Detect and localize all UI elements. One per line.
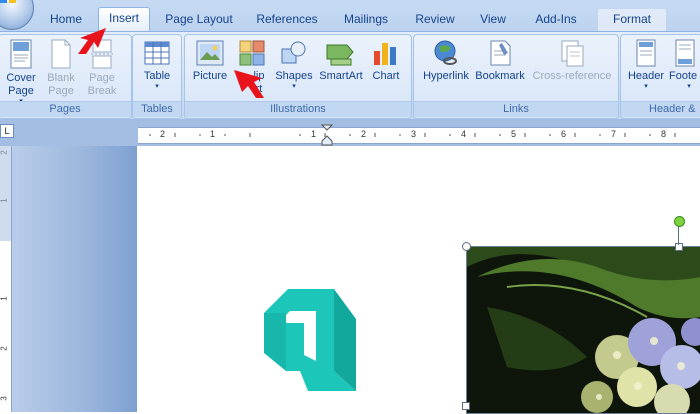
blank-page-icon bbox=[51, 39, 71, 69]
tab-review[interactable]: Review bbox=[408, 9, 462, 31]
group-pages: Cover Page ▾ Blank Page Page Break Pages bbox=[0, 34, 132, 119]
shapes-label: Shapes bbox=[275, 70, 313, 82]
header-label: Header bbox=[627, 70, 665, 82]
picture-button[interactable]: Picture bbox=[189, 39, 231, 83]
header-icon bbox=[636, 39, 656, 67]
group-label-header-footer: Header & bbox=[621, 101, 700, 117]
cross-reference-icon bbox=[561, 40, 584, 67]
tab-add-ins[interactable]: Add-Ins bbox=[524, 9, 588, 31]
clip-art-icon bbox=[239, 40, 265, 66]
chart-icon bbox=[374, 43, 396, 65]
resize-handle[interactable] bbox=[462, 242, 471, 251]
cross-reference-button[interactable]: Cross-reference bbox=[530, 39, 614, 83]
page-break-label-2: Break bbox=[87, 85, 117, 97]
teal-a-logo bbox=[264, 289, 356, 391]
blank-page-label-1: Blank bbox=[47, 72, 75, 84]
bookmark-label: Bookmark bbox=[475, 70, 525, 82]
chevron-down-icon: ▾ bbox=[644, 83, 648, 90]
smartart-icon bbox=[326, 44, 354, 66]
page-break-label-1: Page bbox=[89, 72, 115, 84]
chart-label: Chart bbox=[372, 70, 400, 82]
group-illustrations: Picture lip rt Shapes ▾ SmartArt Chart I… bbox=[184, 34, 412, 119]
indent-marker[interactable] bbox=[321, 124, 333, 146]
blank-page-label-2: Page bbox=[48, 85, 74, 97]
table-icon bbox=[144, 41, 170, 65]
red-arrow-icon bbox=[78, 28, 106, 54]
group-label-illustrations: Illustrations bbox=[185, 101, 411, 117]
chevron-down-icon: ▾ bbox=[687, 83, 691, 90]
chevron-down-icon: ▾ bbox=[292, 83, 296, 90]
picture-label: Picture bbox=[192, 70, 228, 82]
group-label-tables: Tables bbox=[133, 101, 181, 117]
cover-page-button[interactable]: Cover Page ▾ bbox=[3, 39, 39, 106]
shapes-button[interactable]: Shapes ▾ bbox=[273, 39, 315, 91]
tab-references[interactable]: References bbox=[250, 9, 324, 31]
footer-label: Foote bbox=[669, 70, 698, 82]
table-label: Table bbox=[143, 70, 171, 82]
tab-format[interactable]: Format bbox=[598, 9, 666, 31]
cross-reference-label: Cross-reference bbox=[532, 70, 612, 82]
vruler-number: 1 bbox=[0, 296, 9, 301]
hydrangea-photo bbox=[467, 247, 700, 413]
footer-icon bbox=[675, 39, 695, 67]
footer-button[interactable]: Foote ▾ bbox=[669, 39, 700, 91]
smartart-button[interactable]: SmartArt bbox=[317, 39, 365, 83]
table-button[interactable]: Table ▾ bbox=[137, 39, 177, 91]
chart-button[interactable]: Chart bbox=[367, 39, 405, 83]
tab-page-layout[interactable]: Page Layout bbox=[158, 9, 240, 31]
tab-selector[interactable]: L bbox=[0, 124, 14, 138]
red-arrow-icon bbox=[234, 70, 264, 98]
group-label-pages: Pages bbox=[0, 101, 131, 117]
group-tables: Table ▾ Tables bbox=[132, 34, 182, 119]
group-links: Hyperlink Bookmark Cross-reference Links bbox=[413, 34, 619, 119]
shapes-icon bbox=[281, 41, 306, 64]
vertical-ruler-margin bbox=[0, 146, 11, 241]
cover-page-icon bbox=[10, 39, 32, 69]
group-label-links: Links bbox=[414, 101, 618, 117]
bookmark-icon bbox=[490, 40, 511, 66]
group-header-footer: Header ▾ Foote ▾ Header & bbox=[620, 34, 700, 119]
tab-view[interactable]: View bbox=[470, 9, 516, 31]
ruler-ticks bbox=[149, 133, 676, 137]
rotation-line bbox=[678, 225, 679, 245]
cover-page-label-1: Cover bbox=[6, 72, 36, 84]
inserted-picture[interactable] bbox=[466, 246, 700, 414]
cover-page-label-2: Page bbox=[8, 85, 34, 97]
rotation-handle[interactable] bbox=[674, 216, 685, 227]
office-logo-icon bbox=[0, 0, 16, 3]
chevron-down-icon: ▾ bbox=[155, 83, 159, 90]
document-background bbox=[12, 146, 137, 412]
picture-icon bbox=[196, 40, 224, 66]
hyperlink-label: Hyperlink bbox=[423, 70, 469, 82]
header-button[interactable]: Header ▾ bbox=[623, 39, 669, 91]
resize-handle[interactable] bbox=[675, 243, 683, 251]
horizontal-ruler[interactable]: 2 1 1 2 3 4 5 6 7 8 bbox=[138, 124, 700, 146]
smartart-label: SmartArt bbox=[319, 70, 363, 82]
hyperlink-button[interactable]: Hyperlink bbox=[418, 39, 474, 83]
resize-handle[interactable] bbox=[462, 402, 470, 410]
vruler-number: 2 bbox=[0, 346, 9, 351]
globe-link-icon bbox=[434, 40, 457, 65]
tab-mailings[interactable]: Mailings bbox=[334, 9, 398, 31]
bookmark-button[interactable]: Bookmark bbox=[472, 39, 528, 83]
vruler-number: 3 bbox=[0, 396, 9, 401]
